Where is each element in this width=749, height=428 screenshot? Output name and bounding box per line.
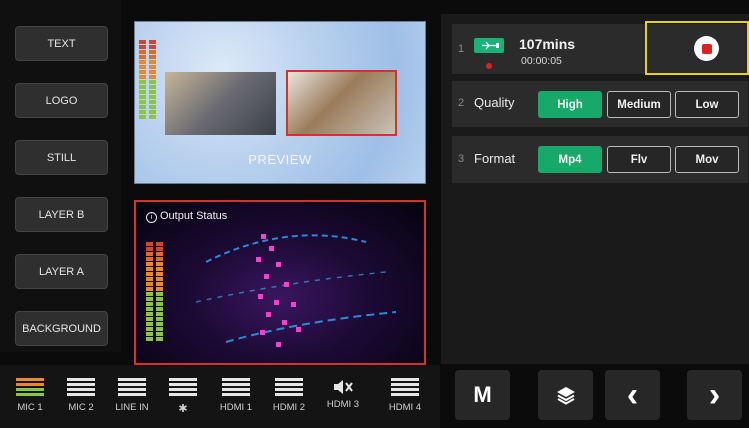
quality-high-button[interactable]: High — [538, 91, 602, 118]
layer-b-button[interactable]: LAYER B — [15, 197, 108, 232]
channel-hdmi2[interactable]: HDMI 2 — [269, 378, 309, 413]
format-label: Format — [474, 151, 516, 166]
layers-button[interactable] — [538, 370, 593, 420]
m-button[interactable]: M — [455, 370, 510, 420]
bluetooth-icon: ✱ — [178, 403, 188, 415]
fader-icon — [275, 378, 303, 396]
preview-image-laptop — [165, 72, 276, 135]
output-video-art — [195, 234, 397, 347]
channel-hdmi1[interactable]: HDMI 1 — [216, 378, 256, 413]
quality-low-button[interactable]: Low — [675, 91, 739, 118]
record-indicator-dot — [486, 63, 492, 69]
preview-audio-meter — [139, 40, 156, 119]
output-window[interactable]: i Output Status — [134, 200, 426, 365]
layer-a-button[interactable]: LAYER A — [15, 254, 108, 289]
fader-icon — [169, 378, 197, 396]
record-elapsed-time: 00:00:05 — [521, 55, 562, 67]
channel-bluetooth[interactable]: ✱ — [163, 378, 203, 415]
quality-medium-button[interactable]: Medium — [607, 91, 671, 118]
layer-text-button[interactable]: TEXT — [15, 26, 108, 61]
format-flv-button[interactable]: Flv — [607, 146, 671, 173]
preview-window[interactable]: PREVIEW — [134, 21, 426, 184]
record-button[interactable] — [694, 36, 719, 61]
channel-line-in[interactable]: LINE IN — [112, 378, 152, 413]
chevron-left-icon: ‹ — [626, 376, 639, 414]
record-stop-icon — [701, 43, 712, 54]
channel-mic1[interactable]: MIC 1 — [10, 378, 50, 413]
storage-remaining: 107mins — [519, 36, 576, 52]
next-button[interactable]: › — [687, 370, 742, 420]
format-mov-button[interactable]: Mov — [675, 146, 739, 173]
layer-panel: TEXT LOGO STILL LAYER B LAYER A BACKGROU… — [0, 0, 121, 352]
muted-speaker-icon — [323, 378, 363, 396]
layer-still-button[interactable]: STILL — [15, 140, 108, 175]
prev-button[interactable]: ‹ — [605, 370, 660, 420]
layers-icon — [556, 387, 575, 405]
channel-hdmi4[interactable]: HDMI 4 — [385, 378, 425, 413]
chevron-right-icon: › — [708, 376, 721, 414]
fader-icon — [118, 378, 146, 396]
format-mp4-button[interactable]: Mp4 — [538, 146, 602, 173]
preview-label: PREVIEW — [248, 152, 312, 167]
layer-background-button[interactable]: BACKGROUND — [15, 311, 108, 346]
fader-icon — [391, 378, 419, 396]
preview-image-microphone — [286, 70, 397, 136]
channel-mic2[interactable]: MIC 2 — [61, 378, 101, 413]
fader-icon — [16, 378, 44, 396]
quality-label: Quality — [474, 95, 515, 110]
fader-icon — [222, 378, 250, 396]
usb-drive-icon — [474, 38, 504, 53]
channel-hdmi3[interactable]: HDMI 3 — [323, 378, 363, 410]
layer-logo-button[interactable]: LOGO — [15, 83, 108, 118]
fader-icon — [67, 378, 95, 396]
